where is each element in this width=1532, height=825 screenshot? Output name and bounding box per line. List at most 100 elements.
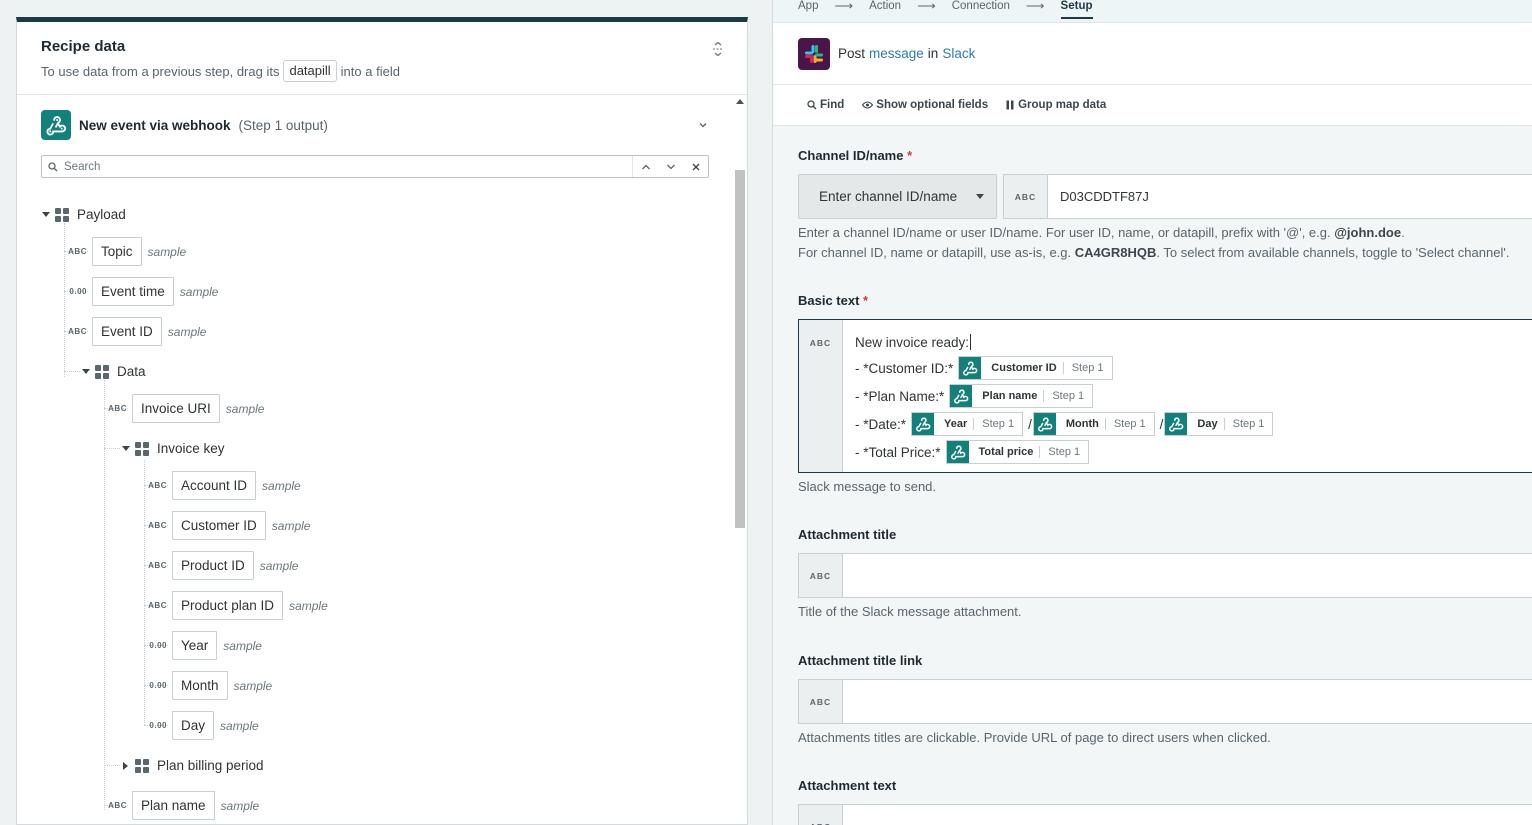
channel-value[interactable]: D03CDDTF87J <box>1048 175 1149 218</box>
datapill[interactable]: Product plan ID <box>172 591 284 620</box>
datapill-name: Total price <box>978 446 1034 458</box>
datapill[interactable]: Event ID <box>92 317 162 346</box>
crumb-setup[interactable]: Setup <box>1060 0 1093 19</box>
type-abc-badge: ABC <box>799 554 843 597</box>
tree-leaf-product-plan-id[interactable]: ABC Product plan ID sample <box>145 591 328 620</box>
tree-leaf-plan-name[interactable]: ABC Plan name sample <box>105 791 259 820</box>
crumb-action[interactable]: Action <box>869 0 901 17</box>
type-tag: ABC <box>108 404 127 413</box>
message-line-text: New invoice ready: <box>855 334 970 350</box>
datapill[interactable]: Month <box>172 671 228 700</box>
datapill[interactable]: Invoice URI <box>132 394 220 423</box>
webhook-icon <box>1165 413 1188 435</box>
datapill-name: Plan name <box>982 390 1038 402</box>
tree-leaf-event-id[interactable]: ABC Event ID sample <box>65 317 206 346</box>
tree-leaf-account-id[interactable]: ABC Account ID sample <box>145 471 301 500</box>
attachment-title-link-value[interactable] <box>843 680 855 723</box>
action-object-link[interactable]: message <box>869 46 924 61</box>
mapped-datapill-year[interactable]: Year Step 1 <box>911 412 1024 436</box>
channel-field[interactable]: ABC D03CDDTF87J <box>1003 174 1532 219</box>
tree-scrollbar[interactable] <box>733 96 747 824</box>
action-setup-panel: App ⟶ Action ⟶ Connection ⟶ Setup Post m… <box>772 0 1532 825</box>
object-icon <box>95 364 109 379</box>
sample-label: sample <box>262 478 301 493</box>
tree-leaf-customer-id[interactable]: ABC Customer ID sample <box>145 511 310 540</box>
tree-leaf-year[interactable]: 0.00 Year sample <box>145 631 262 660</box>
sample-label: sample <box>271 518 311 533</box>
channel-input-mode-select[interactable]: Enter channel ID/name <box>798 174 997 219</box>
group-map-data-button[interactable]: Group map data <box>1006 99 1106 111</box>
attachment-title-link-field[interactable]: ABC <box>798 679 1532 724</box>
tree-group-data[interactable]: Data <box>81 364 146 379</box>
action-in: in <box>927 46 939 61</box>
datapill[interactable]: Plan name <box>132 791 215 820</box>
group-label: Data <box>117 364 146 379</box>
channel-hint-2b: CA4GR8HQB <box>1074 245 1157 260</box>
crumb-connection[interactable]: Connection <box>952 0 1010 17</box>
tree-leaf-topic[interactable]: ABC Topic sample <box>65 237 186 266</box>
scroll-up-arrow-icon[interactable] <box>736 98 744 106</box>
mapped-datapill-total-price[interactable]: Total price Step 1 <box>945 440 1090 464</box>
tree-leaf-invoice-uri[interactable]: ABC Invoice URI sample <box>105 394 264 423</box>
mapped-datapill-month[interactable]: Month Step 1 <box>1032 412 1155 436</box>
attachment-text-field[interactable]: ABC <box>798 804 1532 825</box>
slash-separator: / <box>1028 416 1032 432</box>
basic-text-field[interactable]: ABC New invoice ready: - *Customer ID:* … <box>798 319 1532 473</box>
tree-leaf-product-id[interactable]: ABC Product ID sample <box>145 551 298 580</box>
message-line-text: - *Total Price:* <box>855 444 941 460</box>
group-label: Payload <box>77 207 126 222</box>
action-app-link[interactable]: Slack <box>942 46 975 61</box>
channel-hint: Enter a channel ID/name or user ID/name.… <box>798 223 1509 263</box>
attachment-text-value[interactable] <box>843 805 855 825</box>
datapill[interactable]: Event time <box>92 277 174 306</box>
object-icon <box>135 441 149 456</box>
message-line: - *Plan Name:* Plan name Step 1 <box>855 382 1273 410</box>
datapill[interactable]: Product ID <box>172 551 254 580</box>
mapped-datapill-day[interactable]: Day Step 1 <box>1164 412 1274 436</box>
datapill[interactable]: Customer ID <box>172 511 266 540</box>
group-label: Plan billing period <box>157 758 264 773</box>
find-button[interactable]: Find <box>807 99 844 111</box>
caret-down-icon <box>81 367 91 377</box>
arrow-right-icon: ⟶ <box>917 0 936 13</box>
type-tag: ABC <box>148 601 167 610</box>
required-mark: * <box>863 293 869 308</box>
caret-down-icon <box>121 444 131 454</box>
caret-right-icon <box>121 761 131 771</box>
type-tag: 0.00 <box>149 681 167 690</box>
tree-group-payload[interactable]: Payload <box>41 207 126 222</box>
slash-separator: / <box>1159 416 1164 432</box>
message-line: - *Customer ID:* Customer ID Step 1 <box>855 354 1273 382</box>
basic-text-hint: Slack message to send. <box>798 479 937 494</box>
attachment-title-value[interactable] <box>843 554 855 597</box>
mapped-datapill-customer-id[interactable]: Customer ID Step 1 <box>958 356 1113 380</box>
sample-label: sample <box>233 678 273 693</box>
datapill-step: Step 1 <box>1223 418 1273 430</box>
mapped-datapill-plan-name[interactable]: Plan name Step 1 <box>949 384 1094 408</box>
required-mark: * <box>907 148 913 163</box>
recipe-data-panel: Recipe data To use data from a previous … <box>16 17 748 825</box>
webhook-icon <box>912 413 935 435</box>
tree-leaf-day[interactable]: 0.00 Day sample <box>145 711 259 740</box>
type-tag: 0.00 <box>149 641 167 650</box>
datapill[interactable]: Account ID <box>172 471 257 500</box>
arrow-right-icon: ⟶ <box>1025 0 1045 13</box>
tree-leaf-month[interactable]: 0.00 Month sample <box>145 671 272 700</box>
sample-label: sample <box>147 244 187 259</box>
datapill[interactable]: Topic <box>92 237 142 266</box>
datapill-name: Customer ID <box>991 362 1057 374</box>
action-summary: Post message in Slack <box>773 23 1532 85</box>
datapill[interactable]: Year <box>172 631 218 660</box>
message-line: New invoice ready: <box>855 332 1273 352</box>
tree-group-invoice-key[interactable]: Invoice key <box>121 441 225 456</box>
basic-text-editor[interactable]: New invoice ready: - *Customer ID:* Cust… <box>843 320 1285 472</box>
tree-group-plan-billing-period[interactable]: Plan billing period <box>121 758 264 773</box>
message-line-text: - *Plan Name:* <box>855 388 945 404</box>
attachment-title-field[interactable]: ABC <box>798 553 1532 598</box>
crumb-app[interactable]: App <box>798 0 818 17</box>
datapill[interactable]: Day <box>172 711 215 740</box>
type-abc-badge: ABC <box>1004 175 1048 218</box>
show-optional-fields-button[interactable]: Show optional fields <box>862 99 988 111</box>
tree-leaf-event-time[interactable]: 0.00 Event time sample <box>65 277 218 306</box>
scroll-thumb[interactable] <box>735 170 745 528</box>
